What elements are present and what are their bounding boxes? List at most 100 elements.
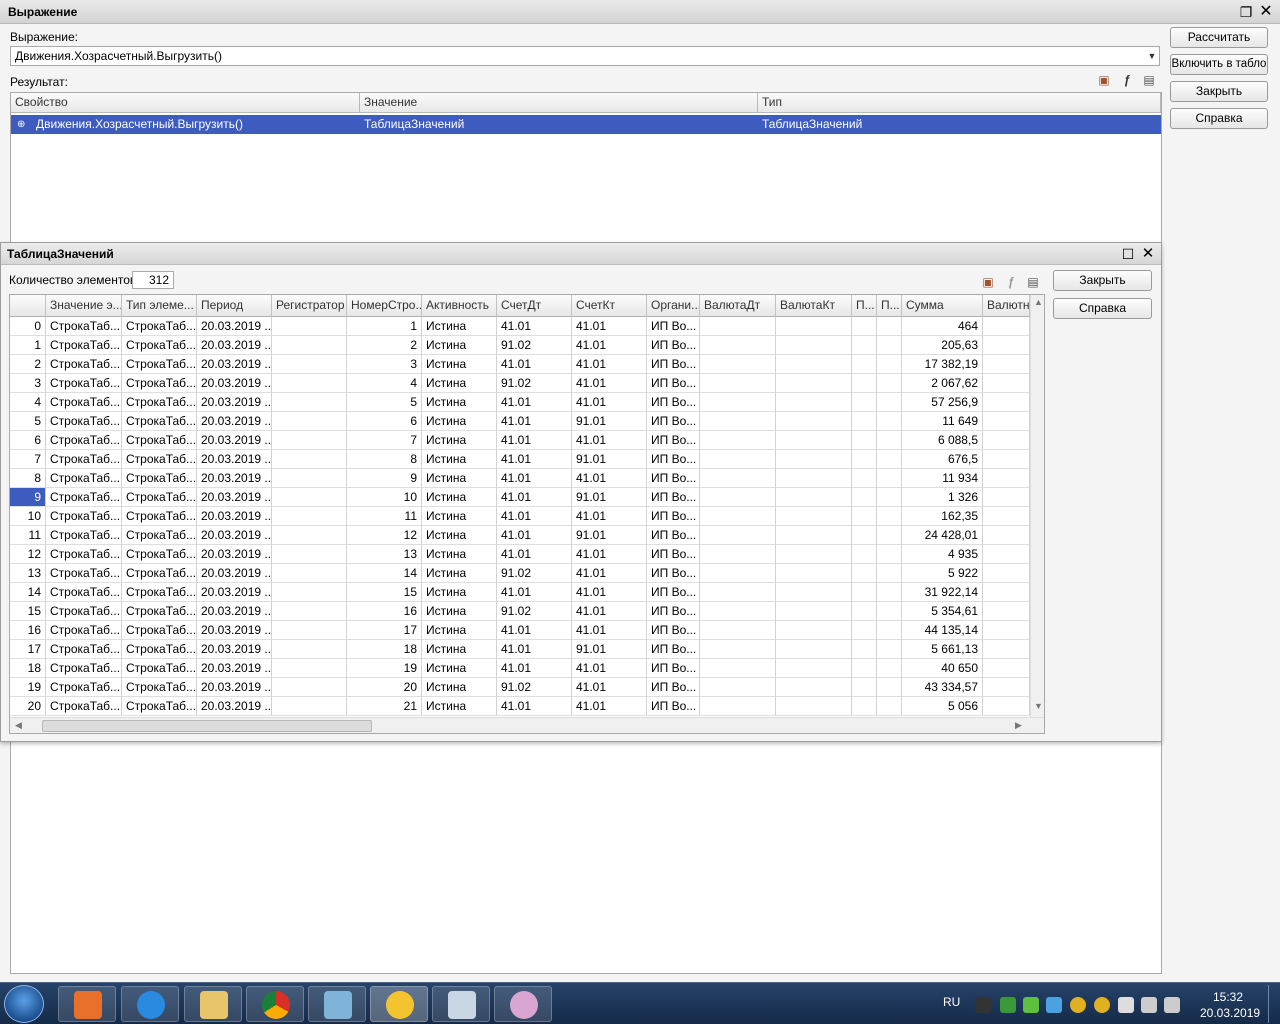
table-row[interactable]: 17 СтрокаТаб... СтрокаТаб... 20.03.2019 ...… bbox=[10, 640, 1030, 659]
table-cell[interactable]: СтрокаТаб... bbox=[46, 336, 122, 355]
table-cell[interactable] bbox=[983, 336, 1030, 355]
table-cell[interactable]: 11 934 bbox=[902, 469, 983, 488]
table-cell[interactable] bbox=[700, 545, 776, 564]
function-icon[interactable]: ƒ bbox=[1118, 72, 1136, 88]
table-cell[interactable] bbox=[272, 621, 347, 640]
table-cell[interactable]: 20.03.2019 ... bbox=[197, 317, 272, 336]
table-cell[interactable]: СтрокаТаб... bbox=[46, 317, 122, 336]
table-cell[interactable] bbox=[776, 526, 852, 545]
table-cell[interactable] bbox=[272, 450, 347, 469]
table-cell[interactable] bbox=[776, 621, 852, 640]
table-cell[interactable]: Истина bbox=[422, 583, 497, 602]
table-cell[interactable]: СтрокаТаб... bbox=[122, 583, 197, 602]
table-row[interactable]: 6 СтрокаТаб... СтрокаТаб... 20.03.2019 ... 7… bbox=[10, 431, 1030, 450]
table-cell[interactable] bbox=[877, 450, 902, 469]
notepad-app[interactable] bbox=[308, 986, 366, 1022]
row-index[interactable]: 16 bbox=[10, 621, 46, 640]
table-cell[interactable] bbox=[983, 374, 1030, 393]
tray-check-icon[interactable] bbox=[1023, 997, 1039, 1013]
table-cell[interactable] bbox=[776, 374, 852, 393]
table-cell[interactable] bbox=[852, 659, 877, 678]
row-index[interactable]: 17 bbox=[10, 640, 46, 659]
table-cell[interactable]: 21 bbox=[347, 697, 422, 716]
table-cell[interactable]: 31 922,14 bbox=[902, 583, 983, 602]
table-cell[interactable]: 162,35 bbox=[902, 507, 983, 526]
table-cell[interactable] bbox=[852, 374, 877, 393]
table-cell[interactable]: 5 bbox=[347, 393, 422, 412]
table-row[interactable]: 2 СтрокаТаб... СтрокаТаб... 20.03.2019 ... 3… bbox=[10, 355, 1030, 374]
table-cell[interactable]: Истина bbox=[422, 697, 497, 716]
row-index[interactable]: 5 bbox=[10, 412, 46, 431]
table-row[interactable]: 1 СтрокаТаб... СтрокаТаб... 20.03.2019 ... 2… bbox=[10, 336, 1030, 355]
table-cell[interactable]: 20.03.2019 ... bbox=[197, 450, 272, 469]
table-cell[interactable] bbox=[852, 336, 877, 355]
table-cell[interactable] bbox=[700, 393, 776, 412]
edit-icon[interactable]: ▣ bbox=[979, 274, 997, 290]
table-cell[interactable]: 3 bbox=[347, 355, 422, 374]
table-cell[interactable] bbox=[272, 507, 347, 526]
table-cell[interactable] bbox=[877, 583, 902, 602]
table-cell[interactable]: СтрокаТаб... bbox=[122, 678, 197, 697]
vertical-scrollbar[interactable]: ▲ ▼ bbox=[1030, 295, 1044, 717]
table-cell[interactable]: Истина bbox=[422, 393, 497, 412]
column-header-property[interactable]: Свойство bbox=[11, 93, 360, 113]
table-cell[interactable]: 91.01 bbox=[572, 640, 647, 659]
table-cell[interactable]: 20.03.2019 ... bbox=[197, 659, 272, 678]
table-cell[interactable] bbox=[272, 564, 347, 583]
table-cell[interactable] bbox=[983, 583, 1030, 602]
table-cell[interactable]: ИП Во... bbox=[647, 488, 700, 507]
table-row[interactable]: 19 СтрокаТаб... СтрокаТаб... 20.03.2019 ...… bbox=[10, 678, 1030, 697]
table-cell[interactable] bbox=[877, 526, 902, 545]
table-cell[interactable] bbox=[272, 640, 347, 659]
table-row[interactable]: 7 СтрокаТаб... СтрокаТаб... 20.03.2019 ... 8… bbox=[10, 450, 1030, 469]
table-cell[interactable] bbox=[272, 469, 347, 488]
table-cell[interactable] bbox=[983, 507, 1030, 526]
table-cell[interactable] bbox=[700, 526, 776, 545]
table-cell[interactable]: 40 650 bbox=[902, 659, 983, 678]
table-cell[interactable]: 17 382,19 bbox=[902, 355, 983, 374]
table-cell[interactable] bbox=[983, 488, 1030, 507]
table-cell[interactable]: СтрокаТаб... bbox=[46, 564, 122, 583]
table-cell[interactable]: СтрокаТаб... bbox=[46, 602, 122, 621]
table-cell[interactable] bbox=[272, 545, 347, 564]
row-index[interactable]: 20 bbox=[10, 697, 46, 716]
table-cell[interactable]: СтрокаТаб... bbox=[122, 317, 197, 336]
table-cell[interactable]: ИП Во... bbox=[647, 450, 700, 469]
table-cell[interactable] bbox=[852, 564, 877, 583]
table-cell[interactable]: ИП Во... bbox=[647, 564, 700, 583]
table-cell[interactable] bbox=[700, 697, 776, 716]
table-cell[interactable]: 20.03.2019 ... bbox=[197, 431, 272, 450]
volume-icon[interactable] bbox=[1164, 997, 1180, 1013]
table-cell[interactable]: Истина bbox=[422, 507, 497, 526]
table-cell[interactable]: 10 bbox=[347, 488, 422, 507]
table-cell[interactable]: 91.02 bbox=[497, 564, 572, 583]
table-cell[interactable]: Истина bbox=[422, 317, 497, 336]
table-cell[interactable] bbox=[700, 355, 776, 374]
table-cell[interactable]: СтрокаТаб... bbox=[122, 564, 197, 583]
table-cell[interactable] bbox=[776, 488, 852, 507]
table-row[interactable]: 0 СтрокаТаб... СтрокаТаб... 20.03.2019 ... 1… bbox=[10, 317, 1030, 336]
expand-icon[interactable]: ⊕ bbox=[17, 115, 25, 134]
table-cell[interactable]: Истина bbox=[422, 450, 497, 469]
table-cell[interactable]: 91.02 bbox=[497, 678, 572, 697]
table-cell[interactable] bbox=[700, 659, 776, 678]
table-cell[interactable] bbox=[852, 469, 877, 488]
table-cell[interactable] bbox=[776, 336, 852, 355]
table-cell[interactable] bbox=[983, 602, 1030, 621]
media-player-app[interactable] bbox=[58, 986, 116, 1022]
table-cell[interactable] bbox=[776, 469, 852, 488]
table-cell[interactable]: 41.01 bbox=[572, 469, 647, 488]
tray-tool-icon[interactable] bbox=[975, 997, 991, 1013]
table-cell[interactable]: 20.03.2019 ... bbox=[197, 583, 272, 602]
maximize-icon[interactable]: ☐ bbox=[1120, 246, 1136, 262]
table-cell[interactable]: 13 bbox=[347, 545, 422, 564]
table-cell[interactable]: ИП Во... bbox=[647, 317, 700, 336]
table-cell[interactable]: 14 bbox=[347, 564, 422, 583]
table-cell[interactable] bbox=[877, 678, 902, 697]
table-cell[interactable]: 20.03.2019 ... bbox=[197, 678, 272, 697]
table-cell[interactable] bbox=[877, 564, 902, 583]
table-cell[interactable]: 44 135,14 bbox=[902, 621, 983, 640]
table-cell[interactable] bbox=[776, 545, 852, 564]
table-cell[interactable]: 8 bbox=[347, 450, 422, 469]
table-cell[interactable]: 41.01 bbox=[497, 621, 572, 640]
